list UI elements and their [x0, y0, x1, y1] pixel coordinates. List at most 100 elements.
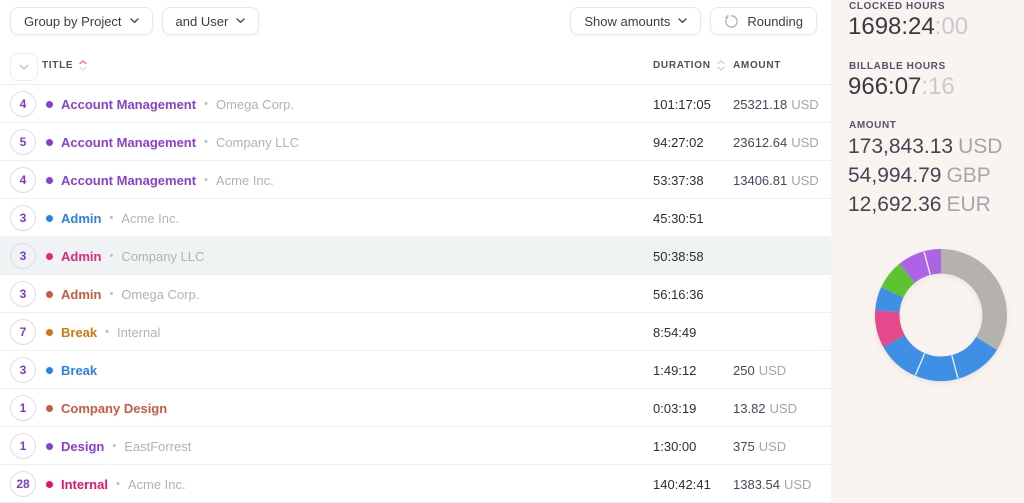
project-name[interactable]: Break: [61, 363, 97, 378]
duration-value: 53:37:38: [653, 173, 704, 188]
duration-value: 94:27:02: [653, 135, 704, 150]
title-cell: Admin • Company LLC: [46, 237, 204, 275]
chevron-down-icon: [236, 18, 245, 24]
table-row[interactable]: 5 Account Management • Company LLC 94:27…: [0, 123, 831, 161]
group-by-label: Group by Project: [24, 14, 122, 29]
project-name[interactable]: Break: [61, 325, 97, 340]
project-name[interactable]: Design: [61, 439, 104, 454]
project-name[interactable]: Company Design: [61, 401, 167, 416]
entry-count-badge[interactable]: 3: [10, 281, 36, 307]
duration-value: 56:16:36: [653, 287, 704, 302]
table-row[interactable]: 3 Admin • Omega Corp. 56:16:36: [0, 275, 831, 313]
table-row[interactable]: 4 Account Management • Acme Inc. 53:37:3…: [0, 161, 831, 199]
table-row[interactable]: 3 Admin • Company LLC 50:38:58: [0, 237, 831, 275]
client-name: Company LLC: [121, 249, 204, 264]
entry-count-cell: 1: [10, 395, 36, 421]
client-name: Omega Corp.: [216, 97, 294, 112]
table-row[interactable]: 3 Break • 1:49:12 250USD: [0, 351, 831, 389]
billable-hours-label: BILLABLE HOURS: [849, 61, 946, 72]
entry-count-badge[interactable]: 7: [10, 319, 36, 345]
entry-count-cell: 1: [10, 433, 36, 459]
entry-count-badge[interactable]: 3: [10, 357, 36, 383]
project-color-dot: [46, 329, 53, 336]
entry-count-cell: 3: [10, 243, 36, 269]
bullet-separator: •: [204, 136, 208, 148]
entry-count-badge[interactable]: 5: [10, 129, 36, 155]
entry-count-badge[interactable]: 3: [10, 205, 36, 231]
and-user-dropdown[interactable]: and User: [162, 7, 260, 35]
project-color-dot: [46, 139, 53, 146]
amount-value: 375USD: [733, 439, 786, 454]
title-cell: Design • EastForrest: [46, 427, 191, 465]
group-by-project-dropdown[interactable]: Group by Project: [10, 7, 153, 35]
client-name: Company LLC: [216, 135, 299, 150]
clocked-hours-label: CLOCKED HOURS: [849, 1, 945, 12]
title-cell: Account Management • Company LLC: [46, 123, 299, 161]
column-header-amount[interactable]: AMOUNT: [733, 60, 781, 71]
duration-value: 140:42:41: [653, 477, 711, 492]
hours-donut-chart: [873, 247, 1009, 383]
chevron-down-icon: [130, 18, 139, 24]
bullet-separator: •: [105, 326, 109, 338]
sort-icon: [717, 60, 725, 71]
clocked-hours-value: 1698:24:00: [848, 13, 968, 41]
amount-total-gbp: 54,994.79GBP: [848, 161, 991, 190]
table-row[interactable]: 4 Account Management • Omega Corp. 101:1…: [0, 85, 831, 123]
project-name[interactable]: Admin: [61, 287, 101, 302]
entry-count-cell: 7: [10, 319, 36, 345]
amount-value: 13.82USD: [733, 401, 797, 416]
and-user-label: and User: [176, 14, 229, 29]
select-all-dropdown[interactable]: [10, 53, 38, 81]
amount-value: 250USD: [733, 363, 786, 378]
entry-count-badge[interactable]: 4: [10, 91, 36, 117]
duration-value: 50:38:58: [653, 249, 704, 264]
title-cell: Company Design •: [46, 389, 167, 427]
grouping-controls: Group by Project and User: [10, 7, 259, 35]
entry-count-cell: 4: [10, 167, 36, 193]
bullet-separator: •: [116, 478, 120, 490]
title-cell: Break •: [46, 351, 97, 389]
project-name[interactable]: Account Management: [61, 97, 196, 112]
table-row[interactable]: 1 Design • EastForrest 1:30:00 375USD: [0, 427, 831, 465]
bullet-separator: •: [204, 174, 208, 186]
project-name[interactable]: Admin: [61, 211, 101, 226]
bullet-separator: •: [112, 440, 116, 452]
entry-count-badge[interactable]: 1: [10, 433, 36, 459]
project-name[interactable]: Account Management: [61, 173, 196, 188]
project-name[interactable]: Admin: [61, 249, 101, 264]
project-color-dot: [46, 291, 53, 298]
table-row[interactable]: 1 Company Design • 0:03:19 13.82USD: [0, 389, 831, 427]
amount-total-eur: 12,692.36EUR: [848, 190, 991, 219]
entry-count-badge[interactable]: 4: [10, 167, 36, 193]
table-row[interactable]: 28 Internal • Acme Inc. 140:42:41 1383.5…: [0, 465, 831, 503]
entry-count-badge[interactable]: 1: [10, 395, 36, 421]
table-row[interactable]: 3 Admin • Acme Inc. 45:30:51: [0, 199, 831, 237]
project-color-dot: [46, 101, 53, 108]
title-cell: Admin • Omega Corp.: [46, 275, 199, 313]
title-cell: Admin • Acme Inc.: [46, 199, 179, 237]
title-cell: Account Management • Acme Inc.: [46, 161, 274, 199]
column-header-duration[interactable]: DURATION: [653, 60, 725, 71]
report-toolbar: Group by Project and User Show amounts: [10, 7, 817, 35]
amount-label: AMOUNT: [849, 120, 896, 131]
rounding-button[interactable]: Rounding: [710, 7, 817, 35]
duration-value: 8:54:49: [653, 325, 696, 340]
project-name[interactable]: Internal: [61, 477, 108, 492]
entry-count-cell: 3: [10, 205, 36, 231]
entry-count-badge[interactable]: 3: [10, 243, 36, 269]
display-controls: Show amounts Rounding: [570, 7, 817, 35]
title-cell: Internal • Acme Inc.: [46, 465, 186, 503]
entry-count-cell: 28: [10, 471, 36, 497]
duration-value: 45:30:51: [653, 211, 704, 226]
project-color-dot: [46, 367, 53, 374]
column-header-title[interactable]: TITLE: [42, 60, 87, 71]
table-row[interactable]: 7 Break • Internal 8:54:49: [0, 313, 831, 351]
bullet-separator: •: [109, 212, 113, 224]
entry-count-badge[interactable]: 28: [10, 471, 36, 497]
amount-value: 25321.18USD: [733, 97, 819, 112]
client-name: Acme Inc.: [121, 211, 179, 226]
project-name[interactable]: Account Management: [61, 135, 196, 150]
show-amounts-dropdown[interactable]: Show amounts: [570, 7, 701, 35]
bullet-separator: •: [204, 98, 208, 110]
duration-value: 0:03:19: [653, 401, 696, 416]
